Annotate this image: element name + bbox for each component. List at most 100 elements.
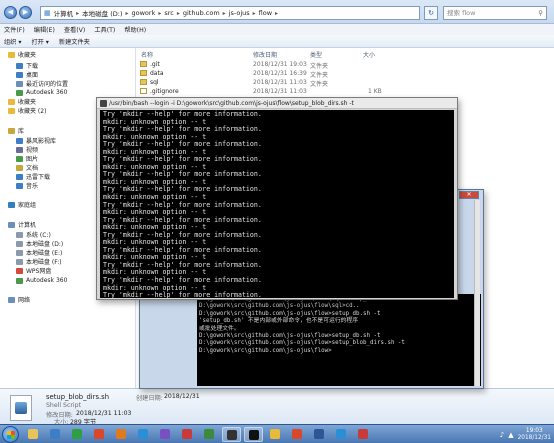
sidebar-item[interactable]: 视频	[16, 145, 38, 154]
new-folder-button[interactable]: 新建文件夹	[59, 37, 90, 46]
sidebar-item[interactable]: 库	[8, 126, 24, 135]
breadcrumb-separator-icon[interactable]: ▸	[223, 10, 226, 17]
sidebar-item[interactable]: 图片	[16, 154, 38, 163]
taskbar-app-button[interactable]	[68, 427, 87, 442]
console-line: D:\gowork\src\github.com\js-ojus\flow>se…	[199, 340, 405, 347]
sidebar-item[interactable]: 下载	[16, 61, 38, 70]
search-input[interactable]: 搜索 flow ⚲	[443, 6, 547, 20]
refresh-button[interactable]: ↻	[424, 6, 438, 20]
taskbar-app-button[interactable]	[288, 427, 307, 442]
close-button[interactable]: ✕	[459, 191, 479, 199]
computer-icon: ▦	[44, 9, 51, 17]
sidebar-item[interactable]: 本地磁盘 (F:)	[16, 257, 62, 266]
cmd-scrollbar[interactable]	[474, 200, 480, 386]
bash-titlebar[interactable]: /usr/bin/bash --login -i D:\gowork\src\g…	[97, 98, 457, 109]
open-button[interactable]: 打开 ▾	[31, 37, 48, 46]
sidebar-item[interactable]: 桌面	[16, 70, 38, 79]
folder-icon	[16, 277, 23, 284]
sidebar-item-label: 收藏夹	[18, 99, 37, 106]
back-button[interactable]: ◀	[4, 6, 17, 19]
details-modified-value: 2018/12/31 11:03	[76, 410, 132, 417]
sidebar-item[interactable]: 计算机	[8, 220, 36, 229]
sidebar-item[interactable]: 本地磁盘 (D:)	[16, 239, 63, 248]
sidebar-item[interactable]: 音乐	[16, 181, 38, 190]
folder-icon	[140, 79, 147, 85]
taskbar-app-button[interactable]	[354, 427, 373, 442]
sidebar-item-label: 本地磁盘 (D:)	[26, 241, 64, 248]
column-name[interactable]: 名称	[141, 50, 153, 59]
file-row[interactable]: data 2018/12/31 16:39 文件夹	[140, 70, 400, 79]
taskbar-app-button[interactable]	[90, 427, 109, 442]
breadcrumb-item[interactable]: js-ojus	[229, 9, 250, 17]
taskbar-app-button[interactable]	[134, 427, 153, 442]
taskbar-app-button[interactable]	[24, 427, 43, 442]
address-bar[interactable]: ▦ 计算机 ▸ 本地磁盘 (D:) ▸ gowork ▸ src ▸ github.com ▸ js…	[40, 6, 420, 20]
sidebar-item[interactable]: 网络	[8, 295, 30, 304]
breadcrumb-item[interactable]: gowork	[132, 9, 156, 17]
bash-console-output[interactable]: Try 'mkdir --help' for more information.…	[100, 110, 454, 298]
file-type: 文件夹	[310, 81, 329, 88]
breadcrumb-separator-icon[interactable]: ▸	[76, 10, 79, 17]
breadcrumb-item[interactable]: src	[164, 9, 174, 17]
sidebar-item[interactable]: 暴风影视库	[16, 136, 56, 145]
sidebar-item-label: 家庭组	[18, 202, 37, 209]
taskbar-app-button[interactable]	[244, 427, 263, 442]
taskbar-app-button[interactable]	[222, 427, 241, 442]
sidebar-item[interactable]: 本地磁盘 (E:)	[16, 248, 62, 257]
sidebar-item[interactable]: 文档	[16, 163, 38, 172]
taskbar-app-button[interactable]	[156, 427, 175, 442]
breadcrumb-item[interactable]: flow	[259, 9, 272, 17]
sidebar-item[interactable]: 收藏夹 (2)	[8, 106, 46, 115]
menu-edit[interactable]: 编辑(E)	[34, 25, 55, 34]
file-row[interactable]: .gitignore 2018/12/31 11:03 1 KB	[140, 88, 400, 96]
sidebar-item[interactable]: Autodesk 360	[16, 88, 67, 97]
file-row[interactable]: .git 2018/12/31 19:03 文件夹	[140, 61, 400, 70]
taskbar-app-button[interactable]	[266, 427, 285, 442]
breadcrumb-separator-icon[interactable]: ▸	[253, 10, 256, 17]
sidebar-item-label: 暴风影视库	[26, 138, 57, 145]
sidebar-item[interactable]: 最近访问的位置	[16, 79, 68, 88]
sidebar-item[interactable]: 迅雷下载	[16, 172, 50, 181]
menu-help[interactable]: 帮助(H)	[124, 25, 146, 34]
taskbar-app-button[interactable]	[178, 427, 197, 442]
sidebar-item[interactable]: WPS网盘	[16, 266, 51, 275]
taskbar-app-button[interactable]	[46, 427, 65, 442]
cmd-console-output[interactable]: D:\gowork\src\github.com\js-ojus\flow\sq…	[197, 294, 481, 386]
taskbar-app-button[interactable]	[310, 427, 329, 442]
file-date: 2018/12/31 11:03	[253, 79, 307, 86]
sidebar-item[interactable]: 收藏夹	[8, 50, 36, 59]
breadcrumb-item[interactable]: 计算机	[54, 8, 74, 18]
menu-tools[interactable]: 工具(T)	[94, 25, 115, 34]
breadcrumb-separator-icon[interactable]: ▸	[158, 10, 161, 17]
taskbar-app-button[interactable]	[112, 427, 131, 442]
breadcrumb-separator-icon[interactable]: ▸	[177, 10, 180, 17]
taskbar-app-button[interactable]	[200, 427, 219, 442]
bash-title: /usr/bin/bash --login -i D:\gowork\src\g…	[109, 100, 354, 107]
network-icon[interactable]: ▲	[508, 431, 513, 439]
file-date: 2018/12/31 11:03	[253, 88, 307, 95]
start-button[interactable]	[2, 426, 19, 443]
app-icon	[72, 429, 82, 439]
sidebar-item[interactable]: 系统 (C:)	[16, 230, 51, 239]
file-row[interactable]: sql 2018/12/31 11:03 文件夹	[140, 79, 400, 88]
breadcrumb-item[interactable]: github.com	[183, 9, 220, 17]
column-size[interactable]: 大小	[363, 50, 375, 59]
clock[interactable]: 19:03 2018/12/31	[518, 428, 551, 442]
sidebar-item[interactable]: 家庭组	[8, 200, 36, 209]
organize-button[interactable]: 组织 ▾	[4, 37, 21, 46]
menu-file[interactable]: 文件(F)	[4, 25, 25, 34]
sidebar-item[interactable]: 收藏夹	[8, 97, 36, 106]
menu-view[interactable]: 查看(V)	[64, 25, 85, 34]
volume-icon[interactable]: ♪	[500, 431, 504, 439]
column-type[interactable]: 类型	[310, 50, 322, 59]
column-date[interactable]: 修改日期	[253, 50, 277, 59]
bash-window[interactable]: /usr/bin/bash --login -i D:\gowork\src\g…	[96, 97, 458, 300]
breadcrumb-separator-icon[interactable]: ▸	[275, 10, 278, 17]
sidebar-item-label: 系统 (C:)	[26, 232, 51, 239]
breadcrumb-separator-icon[interactable]: ▸	[125, 10, 128, 17]
forward-button[interactable]: ▶	[19, 6, 32, 19]
sidebar-item-label: 文档	[26, 165, 39, 172]
breadcrumb-item[interactable]: 本地磁盘 (D:)	[82, 8, 122, 18]
sidebar-item[interactable]: Autodesk 360	[16, 276, 67, 285]
taskbar-app-button[interactable]	[332, 427, 351, 442]
